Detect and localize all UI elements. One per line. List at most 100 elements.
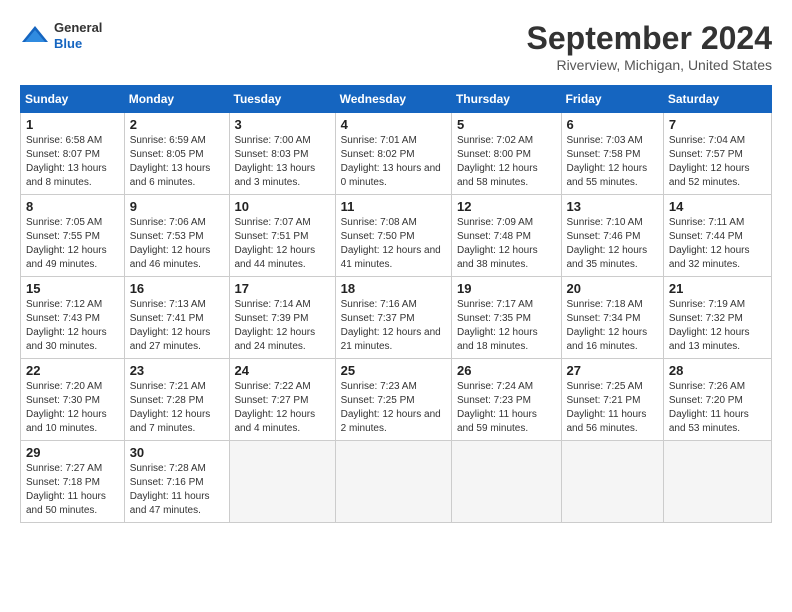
week-row-5: 29 Sunrise: 7:27 AMSunset: 7:18 PMDayligh…: [21, 441, 772, 523]
day-info: Sunrise: 7:24 AMSunset: 7:23 PMDaylight:…: [457, 380, 556, 436]
col-header-saturday: Saturday: [663, 86, 771, 113]
page-header: General Blue September 2024 Riverview, M…: [20, 20, 772, 73]
calendar-cell: 28 Sunrise: 7:26 AMSunset: 7:20 PMDayligh…: [663, 359, 771, 441]
day-number: 26: [457, 363, 556, 378]
calendar-cell: [561, 441, 663, 523]
calendar-cell: 25Sunrise: 7:23 AMSunset: 7:25 PMDayligh…: [335, 359, 451, 441]
day-number: 28: [669, 363, 766, 378]
day-number: 11: [341, 199, 446, 214]
col-header-monday: Monday: [124, 86, 229, 113]
day-info: Sunrise: 7:25 AMSunset: 7:21 PMDaylight:…: [567, 380, 658, 436]
day-info: Sunrise: 7:28 AMSunset: 7:16 PMDaylight:…: [130, 462, 224, 518]
day-number: 10: [235, 199, 330, 214]
calendar-cell: 8 Sunrise: 7:05 AMSunset: 7:55 PMDaylight…: [21, 195, 125, 277]
calendar-cell: 14 Sunrise: 7:11 AMSunset: 7:44 PMDayligh…: [663, 195, 771, 277]
calendar-cell: 22Sunrise: 7:20 AMSunset: 7:30 PMDayligh…: [21, 359, 125, 441]
day-info: Sunrise: 7:01 AMSunset: 8:02 PMDaylight:…: [341, 134, 446, 190]
day-info: Sunrise: 7:00 AMSunset: 8:03 PMDaylight:…: [235, 134, 330, 190]
day-info: Sunrise: 7:06 AMSunset: 7:53 PMDaylight:…: [130, 216, 224, 272]
calendar-cell: 20 Sunrise: 7:18 AMSunset: 7:34 PMDayligh…: [561, 277, 663, 359]
col-header-tuesday: Tuesday: [229, 86, 335, 113]
logo: General Blue: [20, 20, 102, 51]
day-info: Sunrise: 7:19 AMSunset: 7:32 PMDaylight:…: [669, 298, 766, 354]
calendar-cell: 2 Sunrise: 6:59 AMSunset: 8:05 PMDaylight…: [124, 113, 229, 195]
day-info: Sunrise: 7:18 AMSunset: 7:34 PMDaylight:…: [567, 298, 658, 354]
calendar-cell: 23 Sunrise: 7:21 AMSunset: 7:28 PMDayligh…: [124, 359, 229, 441]
calendar-cell: 16 Sunrise: 7:13 AMSunset: 7:41 PMDayligh…: [124, 277, 229, 359]
logo-line1: General: [54, 20, 102, 36]
day-number: 8: [26, 199, 119, 214]
calendar-cell: 6Sunrise: 7:03 AMSunset: 7:58 PMDaylight…: [561, 113, 663, 195]
month-title: September 2024: [527, 20, 772, 57]
logo-icon: [20, 24, 50, 48]
day-number: 7: [669, 117, 766, 132]
day-info: Sunrise: 7:08 AMSunset: 7:50 PMDaylight:…: [341, 216, 446, 272]
day-number: 12: [457, 199, 556, 214]
calendar-cell: 18 Sunrise: 7:16 AMSunset: 7:37 PMDayligh…: [335, 277, 451, 359]
calendar-cell: 26 Sunrise: 7:24 AMSunset: 7:23 PMDayligh…: [451, 359, 561, 441]
day-info: Sunrise: 6:58 AMSunset: 8:07 PMDaylight:…: [26, 134, 119, 190]
day-info: Sunrise: 7:02 AMSunset: 8:00 PMDaylight:…: [457, 134, 556, 190]
day-number: 2: [130, 117, 224, 132]
week-row-1: 1 Sunrise: 6:58 AMSunset: 8:07 PMDaylight…: [21, 113, 772, 195]
day-number: 24: [235, 363, 330, 378]
day-info: Sunrise: 7:16 AMSunset: 7:37 PMDaylight:…: [341, 298, 446, 354]
day-number: 18: [341, 281, 446, 296]
day-info: Sunrise: 7:22 AMSunset: 7:27 PMDaylight:…: [235, 380, 330, 436]
col-header-sunday: Sunday: [21, 86, 125, 113]
col-header-thursday: Thursday: [451, 86, 561, 113]
calendar-cell: 27 Sunrise: 7:25 AMSunset: 7:21 PMDayligh…: [561, 359, 663, 441]
calendar-cell: 24 Sunrise: 7:22 AMSunset: 7:27 PMDayligh…: [229, 359, 335, 441]
day-info: Sunrise: 7:23 AMSunset: 7:25 PMDaylight:…: [341, 380, 446, 436]
calendar-cell: 19 Sunrise: 7:17 AMSunset: 7:35 PMDayligh…: [451, 277, 561, 359]
day-number: 19: [457, 281, 556, 296]
day-number: 21: [669, 281, 766, 296]
calendar-cell: 13Sunrise: 7:10 AMSunset: 7:46 PMDayligh…: [561, 195, 663, 277]
day-info: Sunrise: 7:07 AMSunset: 7:51 PMDaylight:…: [235, 216, 330, 272]
day-info: Sunrise: 7:04 AMSunset: 7:57 PMDaylight:…: [669, 134, 766, 190]
calendar-cell: 29 Sunrise: 7:27 AMSunset: 7:18 PMDayligh…: [21, 441, 125, 523]
col-header-friday: Friday: [561, 86, 663, 113]
calendar-table: SundayMondayTuesdayWednesdayThursdayFrid…: [20, 85, 772, 523]
calendar-cell: 11 Sunrise: 7:08 AMSunset: 7:50 PMDayligh…: [335, 195, 451, 277]
day-info: Sunrise: 7:26 AMSunset: 7:20 PMDaylight:…: [669, 380, 766, 436]
calendar-cell: 17Sunrise: 7:14 AMSunset: 7:39 PMDayligh…: [229, 277, 335, 359]
day-info: Sunrise: 7:27 AMSunset: 7:18 PMDaylight:…: [26, 462, 119, 518]
day-number: 29: [26, 445, 119, 460]
calendar-cell: [335, 441, 451, 523]
calendar-cell: [663, 441, 771, 523]
day-number: 22: [26, 363, 119, 378]
calendar-cell: 12 Sunrise: 7:09 AMSunset: 7:48 PMDayligh…: [451, 195, 561, 277]
col-header-wednesday: Wednesday: [335, 86, 451, 113]
day-info: Sunrise: 6:59 AMSunset: 8:05 PMDaylight:…: [130, 134, 224, 190]
week-row-3: 15 Sunrise: 7:12 AMSunset: 7:43 PMDayligh…: [21, 277, 772, 359]
day-number: 6: [567, 117, 658, 132]
day-number: 16: [130, 281, 224, 296]
calendar-cell: 3Sunrise: 7:00 AMSunset: 8:03 PMDaylight…: [229, 113, 335, 195]
calendar-cell: 15 Sunrise: 7:12 AMSunset: 7:43 PMDayligh…: [21, 277, 125, 359]
day-info: Sunrise: 7:11 AMSunset: 7:44 PMDaylight:…: [669, 216, 766, 272]
day-number: 20: [567, 281, 658, 296]
day-number: 1: [26, 117, 119, 132]
day-info: Sunrise: 7:21 AMSunset: 7:28 PMDaylight:…: [130, 380, 224, 436]
calendar-cell: 30Sunrise: 7:28 AMSunset: 7:16 PMDayligh…: [124, 441, 229, 523]
day-number: 4: [341, 117, 446, 132]
day-info: Sunrise: 7:05 AMSunset: 7:55 PMDaylight:…: [26, 216, 119, 272]
logo-text: General Blue: [54, 20, 102, 51]
day-info: Sunrise: 7:12 AMSunset: 7:43 PMDaylight:…: [26, 298, 119, 354]
day-number: 23: [130, 363, 224, 378]
day-info: Sunrise: 7:17 AMSunset: 7:35 PMDaylight:…: [457, 298, 556, 354]
day-number: 15: [26, 281, 119, 296]
day-info: Sunrise: 7:09 AMSunset: 7:48 PMDaylight:…: [457, 216, 556, 272]
calendar-cell: 21 Sunrise: 7:19 AMSunset: 7:32 PMDayligh…: [663, 277, 771, 359]
day-number: 13: [567, 199, 658, 214]
calendar-cell: 9 Sunrise: 7:06 AMSunset: 7:53 PMDaylight…: [124, 195, 229, 277]
day-number: 9: [130, 199, 224, 214]
day-info: Sunrise: 7:13 AMSunset: 7:41 PMDaylight:…: [130, 298, 224, 354]
calendar-cell: [229, 441, 335, 523]
day-number: 27: [567, 363, 658, 378]
calendar-cell: 10 Sunrise: 7:07 AMSunset: 7:51 PMDayligh…: [229, 195, 335, 277]
day-number: 14: [669, 199, 766, 214]
logo-line2: Blue: [54, 36, 102, 52]
title-section: September 2024 Riverview, Michigan, Unit…: [527, 20, 772, 73]
